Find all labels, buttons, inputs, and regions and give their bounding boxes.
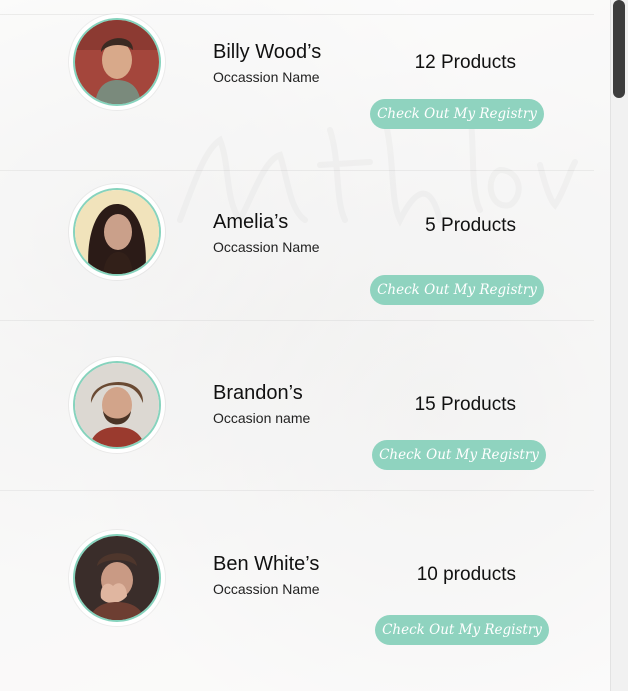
registry-row: Ben White’s Occassion Name 10 products C… — [0, 490, 594, 660]
product-count: 5 Products — [425, 215, 516, 236]
product-count: 10 products — [416, 564, 516, 585]
occasion-name: Occassion Name — [213, 69, 320, 85]
woman-portrait-avatar[interactable] — [73, 188, 161, 276]
occasion-name: Occassion Name — [213, 239, 320, 255]
man-hands-face-avatar[interactable] — [73, 534, 161, 622]
registry-owner-name: Billy Wood’s — [213, 41, 322, 63]
occasion-name: Occassion Name — [213, 581, 320, 597]
check-out-registry-button[interactable]: Check Out My Registry — [375, 615, 549, 645]
avatar-ring — [69, 530, 165, 626]
check-out-registry-button[interactable]: Check Out My Registry — [372, 440, 546, 470]
registry-owner-name: Ben White’s — [213, 553, 320, 575]
registry-list: Billy Wood’s Occassion Name 12 Products … — [0, 0, 610, 691]
occasion-name: Occasion name — [213, 410, 311, 426]
vertical-scrollbar[interactable] — [610, 0, 628, 691]
avatar-ring — [69, 184, 165, 280]
avatar-ring — [69, 14, 165, 110]
product-count: 12 Products — [414, 52, 516, 73]
man-portrait-avatar[interactable] — [73, 18, 161, 106]
registry-owner-name: Brandon’s — [213, 382, 303, 404]
avatar-ring — [69, 357, 165, 453]
registry-owner-name: Amelia’s — [213, 211, 289, 233]
product-count: 15 Products — [414, 394, 516, 415]
registry-row: Brandon’s Occasion name 15 Products Chec… — [0, 320, 594, 491]
registry-row: Billy Wood’s Occassion Name 12 Products … — [0, 0, 594, 171]
check-out-registry-button[interactable]: Check Out My Registry — [370, 275, 544, 305]
scrollbar-thumb[interactable] — [613, 0, 625, 98]
bearded-man-avatar[interactable] — [73, 361, 161, 449]
registry-row: Amelia’s Occassion Name 5 Products Check… — [0, 150, 594, 321]
check-out-registry-button[interactable]: Check Out My Registry — [370, 99, 544, 129]
